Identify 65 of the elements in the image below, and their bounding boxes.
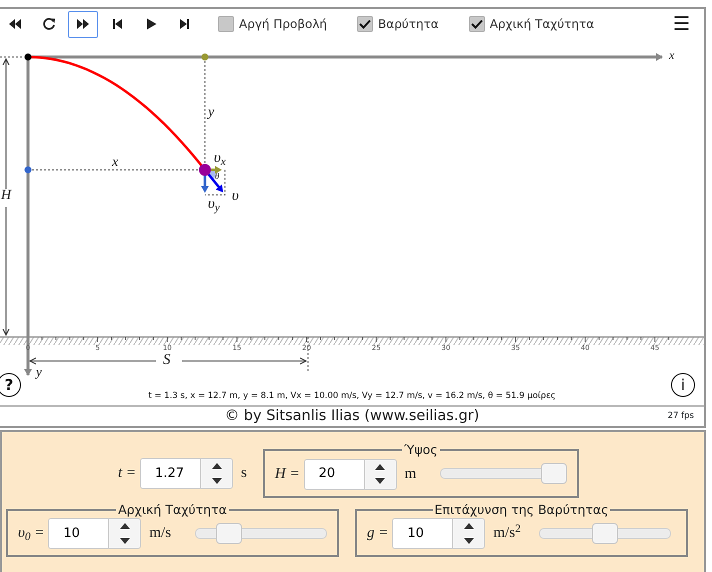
checkbox[interactable] [218, 16, 234, 32]
slider[interactable] [538, 522, 671, 544]
skip-back-icon [111, 18, 123, 30]
status-readout: t = 1.3 s, x = 12.7 m, y = 8.1 m, Vx = 10.00 m/s, Vy = 12.7 m/s, v = 16.2 m/s, θ = 51.9 μοίρες [147, 390, 557, 403]
checkbox-label: Αργή Προβολή [239, 16, 328, 33]
caret-up-icon [120, 523, 130, 530]
group-title: Ύψος [403, 444, 439, 456]
checkmark-icon [359, 19, 372, 29]
start-point [24, 54, 32, 60]
help-button[interactable]: ? [0, 373, 21, 397]
credit-text: © by Sitsanlis Ilias (www.seilias.gr) [224, 406, 480, 426]
vector-label: υ$_{x}$ [214, 151, 226, 166]
vector-label: υ$_{y}$ [208, 197, 220, 212]
caret-up-icon [375, 464, 386, 470]
skip-forward-icon [179, 18, 191, 30]
caret-up-icon [464, 523, 474, 530]
group-title: Αρχική Ταχύτητα [117, 504, 228, 516]
slider-thumb[interactable] [216, 522, 242, 544]
axis-label: H [1, 189, 12, 203]
number-field[interactable]: 1.27 [140, 458, 200, 489]
vector-label: υ [232, 189, 239, 204]
slider[interactable] [440, 463, 567, 485]
fps-counter: 27 fps [668, 410, 694, 423]
guide-line [0, 56, 22, 58]
number-field[interactable]: 20 [304, 458, 364, 490]
axis-label: x [112, 156, 118, 170]
variable-label: υ$_{0}$ = [18, 524, 44, 545]
unit-label: s [241, 464, 247, 484]
checkbox-label: Βαρύτητα [378, 16, 439, 33]
x-projection-dot [201, 54, 208, 60]
caret-down-icon [212, 478, 222, 484]
y-projection-dot [24, 166, 32, 174]
caret-down-icon [375, 478, 386, 484]
slider[interactable] [195, 522, 327, 544]
slider-thumb[interactable] [592, 522, 618, 544]
info-button[interactable]: i [671, 373, 695, 397]
axis-label: y [36, 365, 42, 378]
variable-label: g = [367, 524, 388, 544]
group-title: Επιτάχυνση της Βαρύτητας [434, 504, 610, 516]
caret-down-icon [464, 538, 474, 544]
axis-label: y [208, 106, 214, 120]
menu-button[interactable]: ☰ [668, 14, 694, 34]
axis-label: S [163, 353, 170, 368]
slider-thumb[interactable] [540, 463, 567, 484]
checkbox-label: Αρχική Ταχύτητα [490, 16, 594, 33]
number-field[interactable]: 10 [48, 518, 108, 549]
checkmark-icon [470, 19, 483, 29]
fast-forward-button[interactable] [68, 10, 98, 38]
play-icon [145, 18, 157, 30]
angle-label: θ [214, 172, 220, 181]
variable-label: t = [118, 464, 136, 484]
reload-icon [43, 18, 55, 30]
fast-forward-icon [77, 18, 89, 30]
caret-down-icon [120, 538, 130, 544]
projectile [198, 164, 211, 176]
checkbox[interactable] [357, 16, 374, 32]
number-field[interactable]: 10 [392, 518, 452, 549]
unit-label: m/s [149, 524, 172, 544]
unit-label: m [404, 464, 416, 484]
axis-label: x [669, 49, 674, 61]
checkbox[interactable] [468, 16, 485, 32]
variable-label: H = [274, 464, 300, 484]
unit-label: m/s$^{2}$ [493, 522, 521, 544]
caret-up-icon [212, 463, 222, 470]
rewind-icon [9, 18, 21, 30]
